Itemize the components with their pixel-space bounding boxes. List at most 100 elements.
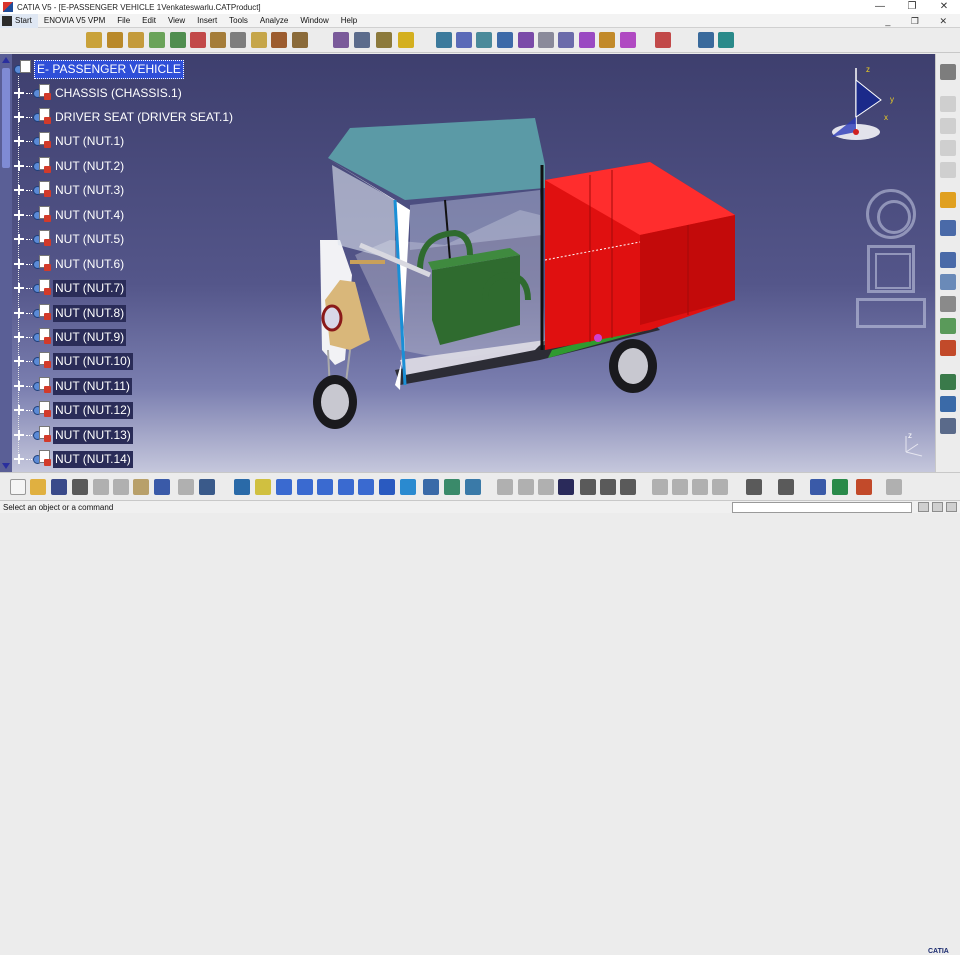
menu-window[interactable]: Window <box>294 14 334 28</box>
options-icon[interactable] <box>620 479 636 495</box>
quick-constraint-icon[interactable] <box>558 32 574 48</box>
knowledge-icon[interactable] <box>518 479 534 495</box>
tools-3-icon[interactable] <box>692 479 708 495</box>
menu-file[interactable]: File <box>111 14 136 28</box>
law-icon[interactable] <box>538 479 554 495</box>
explode-icon[interactable] <box>376 32 392 48</box>
catalog-icon[interactable] <box>940 64 956 80</box>
rotate-icon[interactable] <box>297 479 313 495</box>
graph-tree-reordering-icon[interactable] <box>190 32 206 48</box>
product-structure-icon[interactable] <box>86 32 102 48</box>
expand-icon[interactable] <box>14 381 24 391</box>
expand-icon[interactable] <box>14 332 24 342</box>
tools-2-icon[interactable] <box>672 479 688 495</box>
catalog-save-icon[interactable] <box>580 479 596 495</box>
copy-icon[interactable] <box>113 479 129 495</box>
menu-insert[interactable]: Insert <box>191 14 223 28</box>
open-folder-icon[interactable] <box>30 479 46 495</box>
apply-photo-icon[interactable] <box>856 479 872 495</box>
zoom-navigation-icon[interactable] <box>856 298 926 328</box>
expand-icon[interactable] <box>14 210 24 220</box>
generate-numbering-icon[interactable] <box>210 32 226 48</box>
cut-icon[interactable] <box>93 479 109 495</box>
menu-start[interactable]: Start <box>0 13 38 28</box>
close-button[interactable]: ✕ <box>928 0 960 14</box>
publish-icon[interactable] <box>778 479 794 495</box>
menu-help[interactable]: Help <box>335 14 363 28</box>
sketch-tracer-icon[interactable] <box>832 479 848 495</box>
minimize-button[interactable]: — <box>864 0 896 14</box>
expand-icon[interactable] <box>14 308 24 318</box>
manage-representations-icon[interactable] <box>251 32 267 48</box>
tree-item-nut-4[interactable]: NUT (NUT.4) <box>14 206 126 224</box>
tree-item-nut-11[interactable]: NUT (NUT.11) <box>14 377 132 395</box>
multi-view-icon[interactable] <box>379 479 395 495</box>
insert-component-icon[interactable] <box>107 32 123 48</box>
insert-product-icon[interactable] <box>128 32 144 48</box>
menu-edit[interactable]: Edit <box>136 14 162 28</box>
dependencies-icon[interactable] <box>940 396 956 412</box>
print-icon[interactable] <box>72 479 88 495</box>
tree-item-nut-14[interactable]: NUT (NUT.14) <box>14 450 133 468</box>
tree-item-nut-2[interactable]: NUT (NUT.2) <box>14 157 126 175</box>
expand-icon[interactable] <box>14 136 24 146</box>
measure-item-icon[interactable] <box>940 274 956 290</box>
contact-constraint-icon[interactable] <box>456 32 472 48</box>
tree-item-nut-7[interactable]: NUT (NUT.7) <box>14 279 127 297</box>
flexible-rigid-icon[interactable] <box>579 32 595 48</box>
change-constraint-icon[interactable] <box>599 32 615 48</box>
fit-all-icon[interactable] <box>255 479 271 495</box>
isometric-view-icon[interactable] <box>400 479 416 495</box>
save-icon[interactable] <box>51 479 67 495</box>
measure-inertia-icon[interactable] <box>940 296 956 312</box>
tree-item-chassis[interactable]: CHASSIS (CHASSIS.1) <box>14 84 184 102</box>
stop-manipulate-on-clash-icon[interactable] <box>398 32 414 48</box>
render-icon[interactable] <box>940 340 956 356</box>
expand-icon[interactable] <box>14 430 24 440</box>
expand-icon[interactable] <box>14 112 24 122</box>
expand-icon[interactable] <box>14 185 24 195</box>
dmu-icon[interactable] <box>810 479 826 495</box>
3d-viewport[interactable]: E- PASSENGER VEHICLE CHASSIS (CHASSIS.1)… <box>0 54 935 472</box>
menu-view[interactable]: View <box>162 14 191 28</box>
capture-icon[interactable] <box>746 479 762 495</box>
mechanical-structure-icon[interactable] <box>940 418 956 434</box>
menu-tools[interactable]: Tools <box>223 14 254 28</box>
fly-icon[interactable] <box>234 479 250 495</box>
multi-instantiation-icon[interactable] <box>271 32 287 48</box>
catalog-browser-icon[interactable] <box>940 96 956 112</box>
zoom-out-icon[interactable] <box>338 479 354 495</box>
document-window-controls[interactable]: _ ❐ ✕ <box>885 14 956 28</box>
shading-icon[interactable] <box>423 479 439 495</box>
status-button-3[interactable] <box>946 502 957 512</box>
whats-this-icon[interactable] <box>199 479 215 495</box>
select-arrow-icon[interactable] <box>940 192 956 208</box>
measure-between-icon[interactable] <box>940 252 956 268</box>
tree-item-driver-seat[interactable]: DRIVER SEAT (DRIVER SEAT.1) <box>14 108 235 126</box>
status-button-1[interactable] <box>918 502 929 512</box>
constraints-analysis-icon[interactable] <box>940 374 956 390</box>
offset-constraint-icon[interactable] <box>476 32 492 48</box>
angle-constraint-icon[interactable] <box>497 32 513 48</box>
expand-icon[interactable] <box>14 405 24 415</box>
rotate-navigation-icon[interactable] <box>866 189 916 239</box>
tree-item-nut-1[interactable]: NUT (NUT.1) <box>14 132 126 150</box>
normal-view-icon[interactable] <box>358 479 374 495</box>
existing-component-icon[interactable] <box>149 32 165 48</box>
expand-icon[interactable] <box>14 283 24 293</box>
tree-item-nut-9[interactable]: NUT (NUT.9) <box>14 328 127 346</box>
command-input[interactable] <box>732 502 912 513</box>
expand-icon[interactable] <box>14 234 24 244</box>
tree-root-label[interactable]: E- PASSENGER VEHICLE <box>34 59 184 79</box>
update-all-icon[interactable] <box>655 32 671 48</box>
clash-icon[interactable] <box>718 32 734 48</box>
tree-item-nut-12[interactable]: NUT (NUT.12) <box>14 401 133 419</box>
design-table-icon[interactable] <box>558 479 574 495</box>
snap-icon[interactable] <box>354 32 370 48</box>
tools-1-icon[interactable] <box>652 479 668 495</box>
tree-item-nut-6[interactable]: NUT (NUT.6) <box>14 255 126 273</box>
tree-item-nut-13[interactable]: NUT (NUT.13) <box>14 426 133 444</box>
sectioning-icon[interactable] <box>698 32 714 48</box>
replace-component-icon[interactable] <box>170 32 186 48</box>
maximize-button[interactable]: ❐ <box>896 0 928 14</box>
